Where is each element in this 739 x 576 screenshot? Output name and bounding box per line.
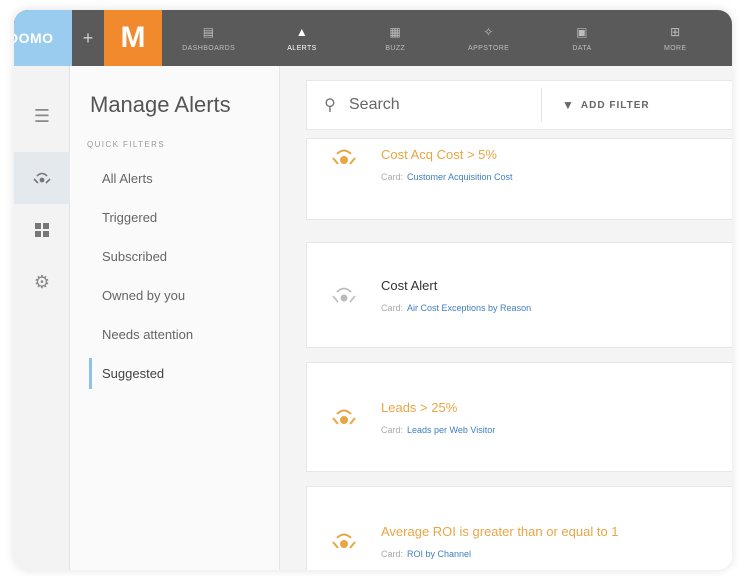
alert-card-source: Card: Customer Acquisition Cost [381,172,732,182]
alert-title: Leads > 25% [381,399,458,415]
card-link[interactable]: Customer Acquisition Cost [407,172,513,182]
cards-icon[interactable] [14,204,70,256]
search-bar: ⚲ ▼ ADD FILTER [306,80,732,130]
alert-signal-icon [307,283,381,307]
alert-signal-icon [307,529,381,553]
filter-icon: ▼ [562,98,575,112]
filter-owned-by-you[interactable]: Owned by you [70,276,279,315]
divider [541,88,542,122]
nav-label: DATA [572,44,592,52]
buzz-icon: ▦ [389,24,402,39]
nav-label: BUZZ [385,44,406,52]
alerts-icon: ▲ [295,24,309,39]
filter-all-alerts[interactable]: All Alerts [70,159,279,198]
add-filter-label: ADD FILTER [580,99,650,111]
nav-alerts[interactable]: ▲ ALERTS [262,10,342,66]
nav-label: ALERTS [287,44,317,52]
alert-card[interactable]: Cost Alert Card: Air Cost Exceptions by R… [306,242,732,348]
alert-card[interactable]: Average ROI is greater than or equal to … [306,486,732,570]
nav-dashboards[interactable]: ▤ DASHBOARDS [169,10,249,66]
alert-card[interactable]: Cost Acq Cost > 5% Card: Customer Acquisi… [306,138,732,220]
card-link[interactable]: Leads per Web Visitor [407,425,495,435]
icon-rail: ☰ ⚙ [14,66,70,570]
signal-icon [33,172,51,184]
filters-sidebar: Manage Alerts QUICK FILTERS All Alerts T… [70,66,280,570]
data-icon: ▣ [576,24,588,39]
alert-title: Average ROI is greater than or equal to … [381,523,619,539]
company-logo[interactable]: M [104,10,162,66]
card-link[interactable]: ROI by Channel [407,549,471,559]
alert-title: Cost Alert [381,277,438,293]
more-icon: ⊞ [670,24,681,39]
alert-card[interactable]: Leads > 25% Card: Leads per Web Visitor [306,362,732,472]
add-filter-button[interactable]: ▼ ADD FILTER [562,98,650,112]
alert-card-text: Cost Acq Cost > 5% Card: Customer Acquisi… [381,139,732,182]
card-label: Card: [381,548,404,559]
filter-needs-attention[interactable]: Needs attention [70,315,279,354]
nav-label: APPSTORE [468,44,510,52]
alerts-main: ⚲ ▼ ADD FILTER Cost Acq Cost > 5% Card:C… [280,66,732,570]
alert-card-text: Leads > 25% Card: Leads per Web Visitor [381,400,732,435]
card-label: Card: [381,172,404,182]
card-label: Card: [381,424,404,435]
nav-appstore[interactable]: ✧ APPSTORE [449,10,529,66]
menu-icon[interactable]: ☰ [14,90,70,142]
alert-signal-icon [307,139,381,169]
grid-icon [35,223,49,237]
alert-card-text: Cost Alert Card: Air Cost Exceptions by R… [381,278,732,313]
nav-label: MORE [663,44,687,52]
filter-subscribed[interactable]: Subscribed [70,237,279,276]
nav-label: DASHBOARDS [182,44,236,52]
card-link[interactable]: Air Cost Exceptions by Reason [407,303,531,313]
domo-logo[interactable]: DOMO [14,10,72,66]
search-icon[interactable]: ⚲ [311,95,349,115]
alert-card-source: Card: Leads per Web Visitor [381,425,732,435]
dashboards-icon: ▤ [202,24,215,39]
alert-card-source: Card: ROI by Channel [381,549,732,559]
alert-title: Cost Acq Cost > 5% [381,147,497,162]
alerts-rail-icon[interactable] [14,152,70,204]
gear-icon[interactable]: ⚙ [14,256,70,308]
brand-text: DOMO [14,30,54,46]
nav-buzz[interactable]: ▦ BUZZ [355,10,435,66]
alert-card-source: Card: Air Cost Exceptions by Reason [381,303,732,313]
quick-filters-heading: QUICK FILTERS [87,140,166,149]
filter-suggested[interactable]: Suggested [70,354,279,393]
top-nav-bar: DOMO + M ▤ DASHBOARDS ▲ ALERTS ▦ BUZZ ✧ … [14,10,732,66]
alert-card-text: Average ROI is greater than or equal to … [381,524,732,559]
main-nav: ▤ DASHBOARDS ▲ ALERTS ▦ BUZZ ✧ APPSTORE … [162,10,732,66]
appstore-icon: ✧ [483,24,494,39]
card-label: Card: [381,302,404,313]
page-title: Manage Alerts [90,92,231,117]
filter-triggered[interactable]: Triggered [70,198,279,237]
app-window: DOMO + M ▤ DASHBOARDS ▲ ALERTS ▦ BUZZ ✧ … [14,10,732,570]
nav-more[interactable]: ⊞ MORE [635,10,715,66]
search-input[interactable] [349,96,529,114]
nav-data[interactable]: ▣ DATA [542,10,622,66]
alert-signal-icon [307,405,381,429]
plus-icon[interactable]: + [72,10,104,66]
